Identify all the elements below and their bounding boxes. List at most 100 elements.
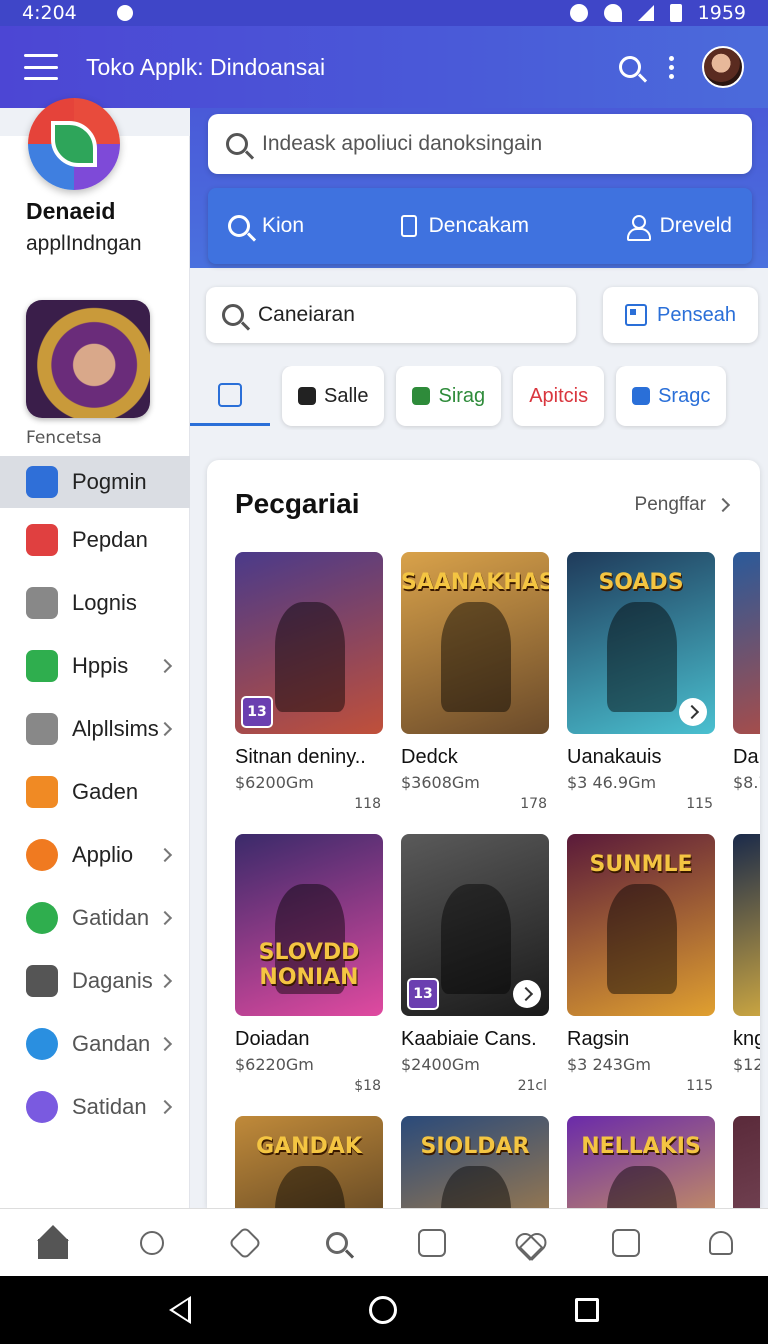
game-cover-image — [733, 834, 760, 1016]
game-card[interactable]: 13 Sitnan deniny.. $6200Gm 118 — [235, 552, 383, 818]
clock: 4:204 — [22, 2, 77, 24]
sidebar-item-satidan[interactable]: Satidan — [0, 1075, 190, 1138]
chevron-right-icon — [157, 1099, 173, 1114]
close-box-icon[interactable] — [417, 1228, 446, 1257]
game-card[interactable]: SUNMLE Ragsin $3 243Gm 115 — [567, 834, 715, 1100]
game-price: $6200Gm — [235, 773, 314, 792]
game-price: $3 243Gm — [567, 1055, 651, 1074]
home-icon[interactable] — [35, 1224, 71, 1261]
chip-sragc[interactable]: Sragc — [616, 366, 727, 426]
featured-game-image[interactable] — [26, 300, 150, 418]
account-icon[interactable] — [709, 1230, 734, 1255]
game-name: Dedck — [401, 746, 458, 768]
quick-tab-search[interactable]: Kion — [228, 214, 304, 238]
search-icon[interactable] — [619, 56, 641, 78]
game-character — [275, 602, 345, 712]
back-icon[interactable] — [169, 1296, 191, 1324]
recent-apps-icon[interactable] — [575, 1298, 599, 1322]
sidebar-item-hppis[interactable]: Hppis — [0, 634, 190, 697]
chip-sirag[interactable]: Sirag — [396, 366, 502, 426]
chip-label: Salle — [324, 384, 369, 407]
check-icon — [26, 649, 58, 682]
game-card[interactable]: SOADS Uanakauis $3 46.9Gm 115 — [567, 552, 715, 818]
secondary-search-bar[interactable] — [206, 287, 576, 343]
game-card[interactable] — [733, 1116, 760, 1208]
search-icon — [222, 304, 244, 326]
sidebar-item-gandan[interactable]: Gandan — [0, 1012, 190, 1075]
search-icon — [226, 133, 248, 155]
age-rating-badge: 13 — [241, 696, 273, 728]
sidebar-item-lognis[interactable]: Lognis — [0, 571, 190, 634]
chip-all[interactable] — [190, 366, 270, 426]
game-cover-image: 13 — [235, 552, 383, 734]
game-cover-image: SLOVDD NONIAN — [235, 834, 383, 1016]
search-bar[interactable] — [208, 114, 752, 174]
chip-salle[interactable]: Salle — [282, 366, 385, 426]
category-chips: Salle Sirag Apitcis Sragc — [190, 366, 768, 430]
sidebar-item-gatidan[interactable]: Gatidan — [0, 886, 190, 949]
chevron-right-icon — [157, 910, 173, 925]
chip-apitcis[interactable]: Apitcis — [513, 366, 605, 426]
game-card[interactable]: SIOLDAR — [401, 1116, 549, 1208]
see-all-label: Pengffar — [634, 494, 706, 515]
search-input[interactable] — [262, 132, 734, 156]
quick-tab-label: Dreveld — [659, 214, 732, 237]
game-price: $8.7 — [733, 773, 760, 792]
browse-button[interactable]: Penseah — [603, 287, 758, 343]
game-name: Uanakauis — [567, 746, 662, 768]
brand-logo-icon[interactable] — [28, 98, 120, 190]
menu-icon[interactable] — [24, 54, 58, 80]
game-card[interactable]: SAANAKHAS Dedck $3608Gm 178 — [401, 552, 549, 818]
sidebar-item-daganis[interactable]: Daganis — [0, 949, 190, 1012]
battery-percent: 1959 — [697, 2, 746, 24]
game-row: 13 Sitnan deniny.. $6200Gm 118 SAANAKHAS Dedc… — [235, 552, 760, 818]
game-card[interactable]: SLOVDD NONIAN Doiadan $6220Gm $18 — [235, 834, 383, 1100]
quick-tab-developer[interactable]: Dreveld — [626, 214, 732, 241]
game-name: Doiadan — [235, 1028, 310, 1050]
game-card[interactable]: 13 Kaabiaie Cans. $2400Gm 21cl — [401, 834, 549, 1100]
game-card[interactable]: NELLAKIS — [567, 1116, 715, 1208]
chip-label: Sirag — [438, 384, 486, 407]
chip-label: Apitcis — [529, 384, 589, 407]
sidebar-item-label: Gaden — [72, 778, 139, 804]
game-review-count: 21cl — [517, 1078, 547, 1094]
heart-icon[interactable] — [515, 1230, 543, 1256]
game-row: GANDAK SIOLDAR NELLAKIS — [235, 1116, 760, 1208]
sidebar-item-pogmin[interactable]: Pogmin — [0, 456, 190, 508]
profile-icon[interactable] — [139, 1230, 164, 1255]
game-cover-image — [733, 552, 760, 734]
chevron-right-icon[interactable] — [679, 698, 707, 726]
game-character — [607, 1166, 677, 1208]
chevron-right-icon[interactable] — [513, 980, 541, 1008]
user-icon — [626, 215, 651, 241]
sidebar-nav: Pogmin Pepdan Lognis Hppis Alpllsims Gaden App… — [0, 456, 190, 1138]
game-card[interactable]: kngi $121 — [733, 834, 760, 1100]
upload-icon[interactable] — [228, 1225, 263, 1260]
quick-tab-documents[interactable]: Dencakam — [400, 214, 529, 238]
sidebar-item-applio[interactable]: Applio — [0, 823, 190, 886]
game-price: $2400Gm — [401, 1055, 480, 1074]
game-price: $6220Gm — [235, 1055, 314, 1074]
game-card[interactable]: Dari $8.7 — [733, 552, 760, 818]
more-options-icon[interactable] — [669, 55, 674, 79]
game-card[interactable]: GANDAK — [235, 1116, 383, 1208]
sidebar-item-alpllsims[interactable]: Alpllsims — [0, 697, 190, 760]
brand-name: Denaeid — [26, 198, 116, 224]
sidebar-item-pepdan[interactable]: Pepdan — [0, 508, 190, 571]
sidebar-item-label: Alpllsims — [72, 715, 159, 741]
sidebar-item-gaden[interactable]: Gaden — [0, 760, 190, 823]
game-review-count: 178 — [520, 796, 547, 812]
game-cover-title: NELLAKIS — [581, 1134, 701, 1159]
avatar[interactable] — [702, 46, 744, 88]
age-rating-badge: 13 — [407, 978, 439, 1010]
quick-tabs: Kion Dencakam Dreveld — [208, 188, 752, 264]
bulb-icon — [26, 712, 58, 745]
app-bar-actions — [619, 46, 744, 88]
edit-icon[interactable] — [612, 1228, 641, 1257]
search-icon[interactable] — [326, 1231, 349, 1254]
see-all-link[interactable]: Pengffar — [634, 494, 731, 516]
app-title: Toko Applk: Dindoansai — [86, 53, 326, 80]
home-circle-icon[interactable] — [369, 1296, 397, 1324]
secondary-search-input[interactable] — [258, 303, 560, 327]
chevron-right-icon — [157, 658, 173, 673]
